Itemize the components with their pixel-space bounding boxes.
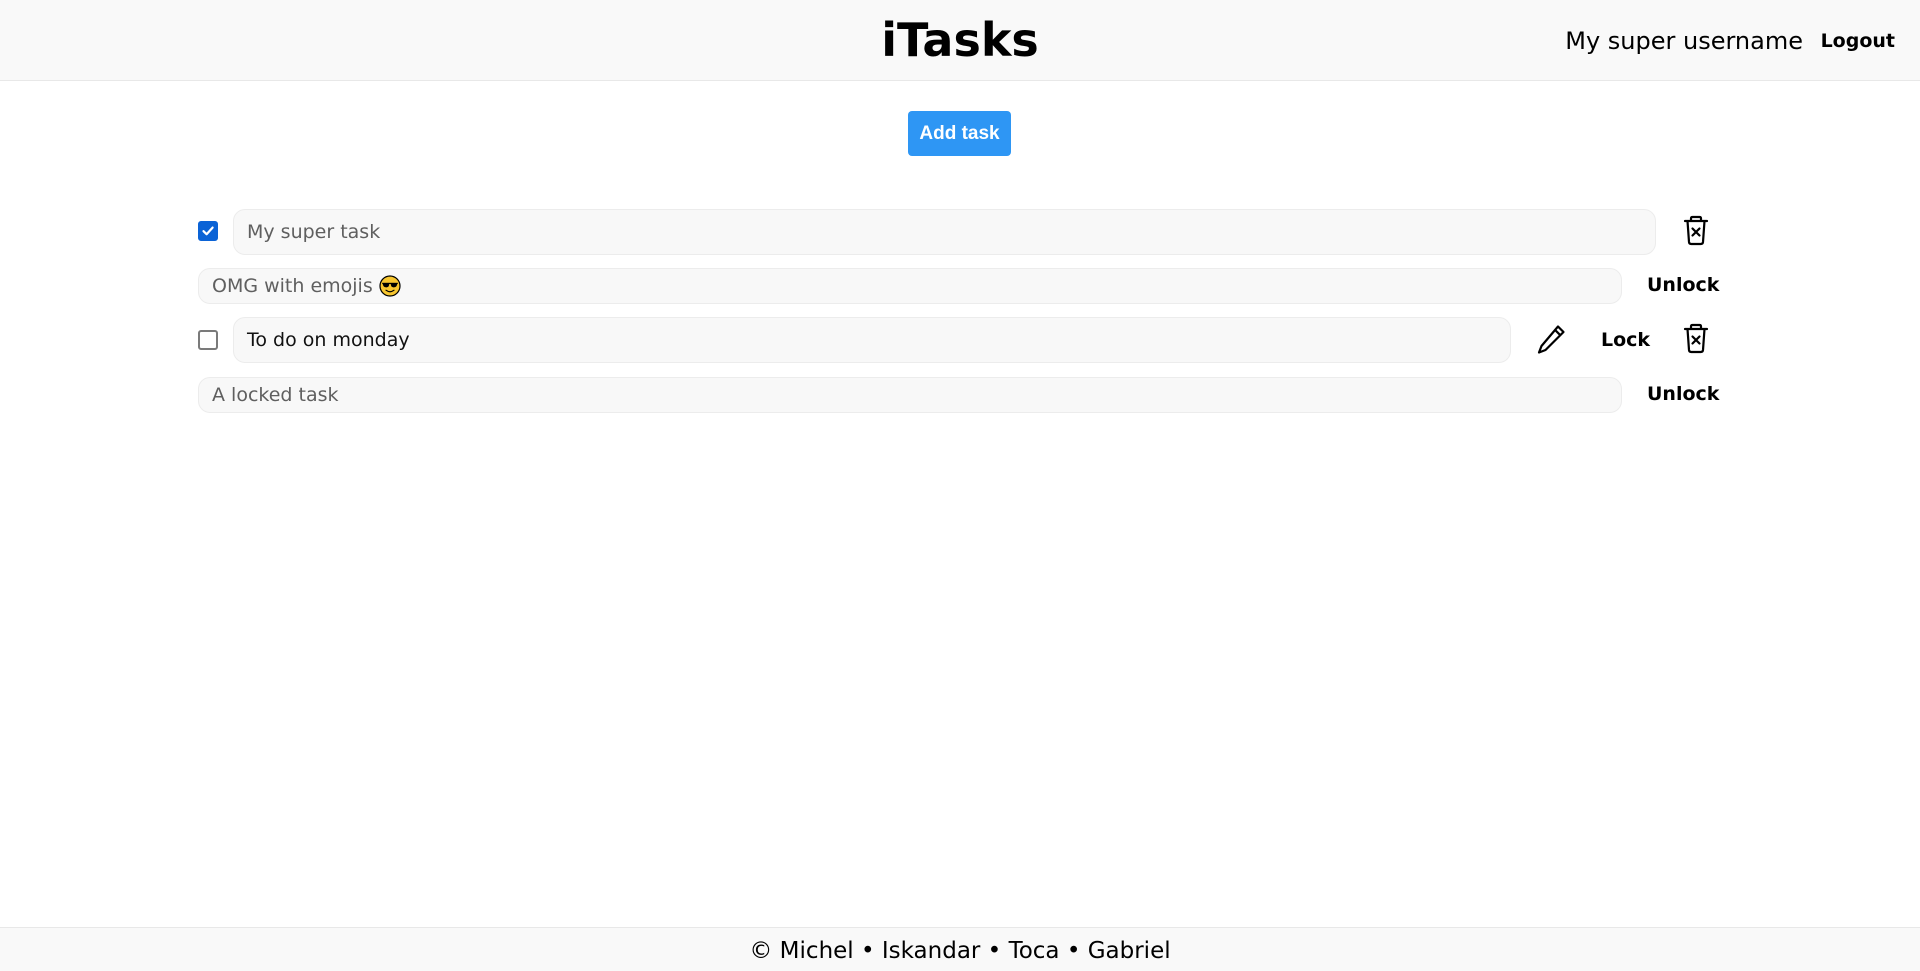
task-row: To do on monday Lock bbox=[0, 317, 1920, 363]
sunglasses-emoji-icon bbox=[379, 275, 401, 297]
logout-button[interactable]: Logout bbox=[1821, 28, 1895, 54]
pencil-icon[interactable] bbox=[1535, 323, 1567, 361]
check-icon bbox=[202, 226, 214, 236]
delete-icon[interactable] bbox=[1682, 214, 1710, 250]
task-text[interactable]: My super task bbox=[233, 209, 1656, 255]
app-footer: © Michel • Iskandar • Toca • Gabriel bbox=[0, 927, 1920, 971]
unlock-button[interactable]: Unlock bbox=[1647, 272, 1719, 298]
lock-button[interactable]: Lock bbox=[1601, 327, 1650, 353]
task-row: My super task bbox=[0, 209, 1920, 255]
delete-icon[interactable] bbox=[1682, 322, 1710, 358]
add-task-button[interactable]: Add task bbox=[908, 111, 1011, 156]
task-text: A locked task bbox=[198, 377, 1622, 413]
task-text-label: OMG with emojis bbox=[212, 275, 373, 297]
task-row: OMG with emojis Unlock bbox=[0, 268, 1920, 304]
task-text: OMG with emojis bbox=[198, 268, 1622, 304]
task-row: A locked task Unlock bbox=[0, 377, 1920, 413]
unlock-button[interactable]: Unlock bbox=[1647, 381, 1719, 407]
task-checkbox[interactable] bbox=[198, 330, 218, 350]
username-label: My super username bbox=[1565, 27, 1803, 55]
footer-credits: © Michel • Iskandar • Toca • Gabriel bbox=[749, 938, 1171, 964]
task-text[interactable]: To do on monday bbox=[233, 317, 1511, 363]
app-header: iTasks My super username Logout bbox=[0, 0, 1920, 81]
task-checkbox[interactable] bbox=[198, 221, 218, 241]
